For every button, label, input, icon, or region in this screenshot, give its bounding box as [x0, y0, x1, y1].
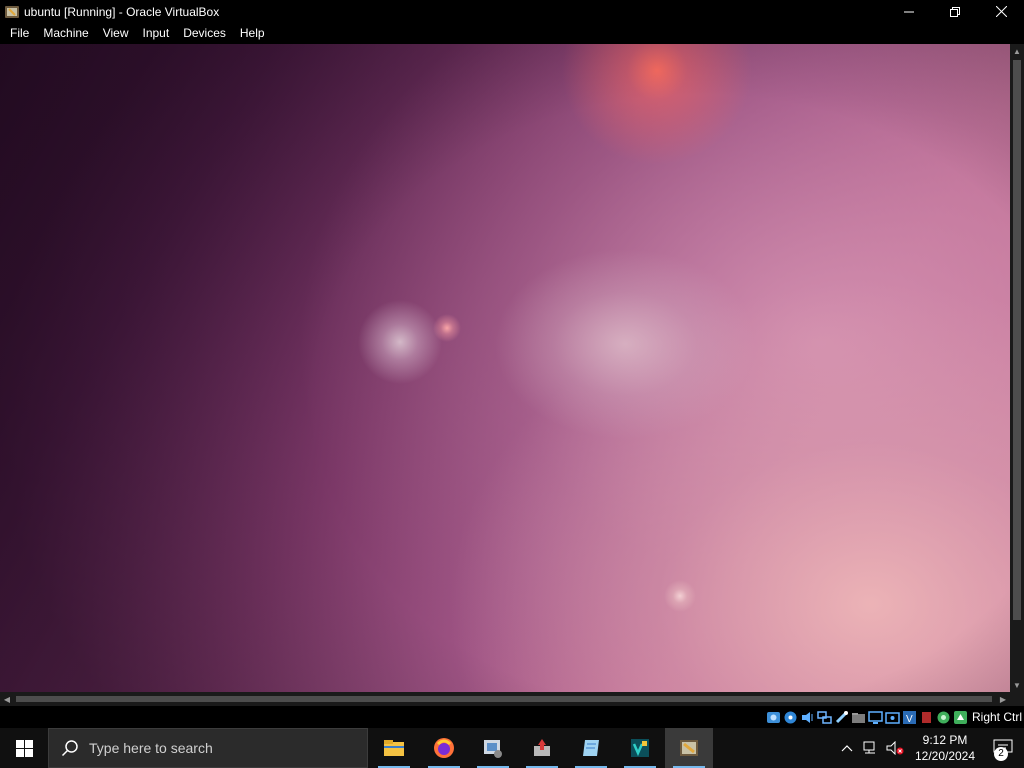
start-button[interactable] [0, 728, 48, 768]
volume-muted-icon[interactable] [884, 728, 906, 768]
vm-status-bar: V Right Ctrl [0, 706, 1024, 728]
scroll-right-arrow-icon[interactable]: ▶ [996, 692, 1010, 706]
window-title: ubuntu [Running] - Oracle VirtualBox [24, 4, 220, 19]
vertical-scrollbar[interactable]: ▲ ▼ [1010, 44, 1024, 692]
menu-devices[interactable]: Devices [176, 23, 233, 44]
app-6-taskbar-button[interactable] [616, 728, 664, 768]
scroll-left-arrow-icon[interactable]: ◀ [0, 692, 14, 706]
folder-icon [384, 740, 404, 756]
vertical-scroll-thumb[interactable] [1013, 60, 1021, 620]
title-bar: ubuntu [Running] - Oracle VirtualBox [0, 0, 1024, 23]
minimize-button[interactable] [886, 0, 932, 23]
menu-machine[interactable]: Machine [36, 23, 95, 44]
settings-app-icon [484, 740, 502, 758]
usb-icon[interactable] [834, 710, 849, 725]
svg-text:V: V [906, 714, 913, 725]
clock-date: 12/20/2024 [914, 749, 976, 763]
app-6-icon [631, 739, 649, 757]
maximize-button[interactable] [932, 0, 978, 23]
notepad-icon [583, 740, 599, 756]
virtualization-icon[interactable]: V [902, 710, 917, 725]
close-button[interactable] [978, 0, 1024, 23]
optical-drive-icon[interactable] [783, 710, 798, 725]
horizontal-scroll-thumb[interactable] [16, 696, 992, 702]
windows-logo-icon [15, 739, 33, 757]
scroll-up-arrow-icon[interactable]: ▲ [1010, 44, 1024, 58]
keyboard-icon[interactable] [953, 710, 968, 725]
file-explorer-taskbar-button[interactable] [370, 728, 418, 768]
chevron-up-icon [841, 745, 853, 752]
show-hidden-icons-button[interactable] [836, 728, 858, 768]
menu-bar: File Machine View Input Devices Help [0, 23, 1024, 44]
clock-time: 9:12 PM [922, 733, 968, 747]
menu-view[interactable]: View [96, 23, 136, 44]
audio-icon[interactable] [800, 710, 815, 725]
display-icon[interactable] [868, 710, 883, 725]
virtualbox-app-icon[interactable] [4, 4, 20, 20]
video-capture-icon[interactable] [885, 710, 900, 725]
search-placeholder: Type here to search [89, 740, 213, 756]
virtualbox-icon [680, 740, 698, 756]
scrollbar-corner [1010, 692, 1024, 706]
host-key-label: Right Ctrl [971, 710, 1022, 724]
firefox-taskbar-button[interactable] [420, 728, 468, 768]
windows-taskbar: Type here to search 9:12 PM 12/20/2024 2 [0, 728, 1024, 768]
shared-folders-icon[interactable] [851, 710, 866, 725]
menu-help[interactable]: Help [233, 23, 272, 44]
network-tray-icon[interactable] [860, 728, 882, 768]
virtualbox-taskbar-button[interactable] [665, 728, 713, 768]
ubuntu-wallpaper [0, 44, 1010, 692]
menu-input[interactable]: Input [136, 23, 177, 44]
firefox-icon [434, 738, 454, 758]
app-3-taskbar-button[interactable] [469, 728, 517, 768]
system-clock[interactable]: 9:12 PM 12/20/2024 [906, 728, 984, 768]
horizontal-scrollbar[interactable]: ◀ ▶ [0, 692, 1010, 706]
menu-file[interactable]: File [3, 23, 36, 44]
notification-center-button[interactable]: 2 [988, 728, 1018, 768]
app-5-taskbar-button[interactable] [567, 728, 615, 768]
installer-icon [534, 739, 550, 756]
taskbar-search-box[interactable]: Type here to search [48, 728, 368, 768]
search-icon [61, 740, 78, 757]
notification-count-badge: 2 [994, 747, 1008, 761]
scroll-down-arrow-icon[interactable]: ▼ [1010, 678, 1024, 692]
recording-icon[interactable] [919, 710, 934, 725]
network-icon[interactable] [817, 710, 832, 725]
mouse-integration-icon[interactable] [936, 710, 951, 725]
hard-disk-icon[interactable] [766, 710, 781, 725]
app-4-taskbar-button[interactable] [518, 728, 566, 768]
vm-display[interactable] [0, 44, 1010, 692]
